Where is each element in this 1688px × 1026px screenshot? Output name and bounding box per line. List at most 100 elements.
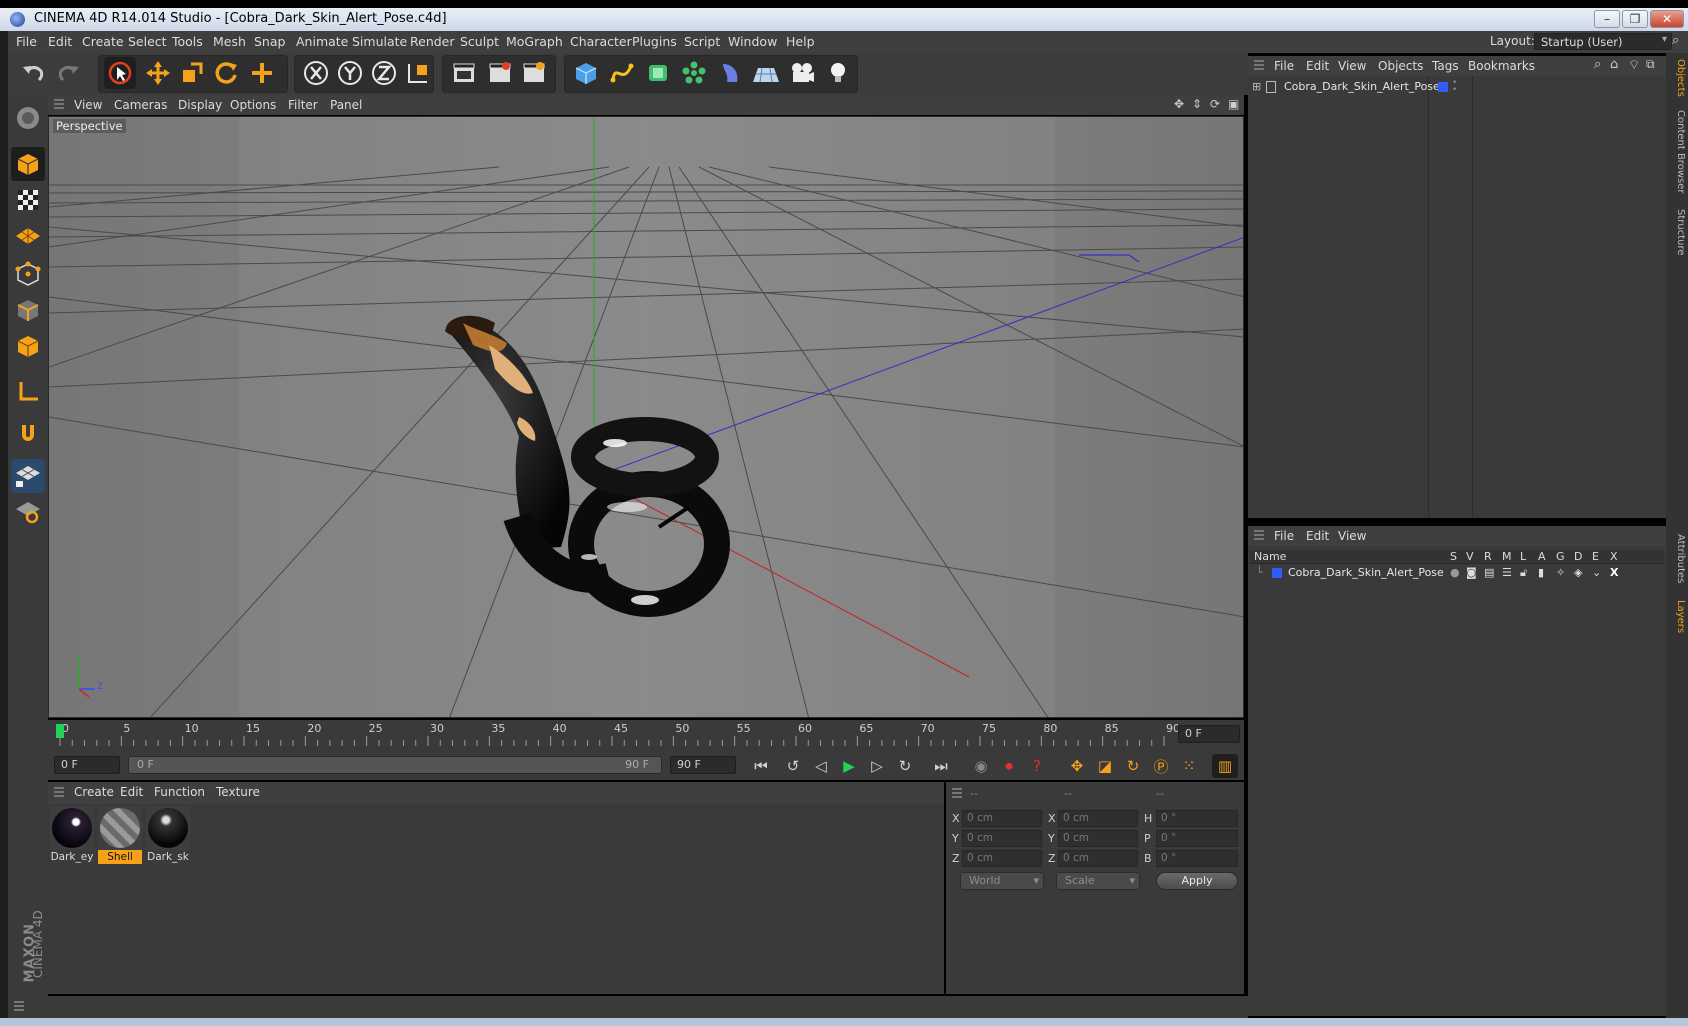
perspective-viewport[interactable]: Perspective Y Z: [48, 116, 1244, 718]
column-header-locked[interactable]: L: [1520, 550, 1526, 563]
go-to-end-icon[interactable]: ⏭: [928, 754, 954, 778]
timeline-ruler[interactable]: 0 5 10 15 20 25 30 35 40 45 50 55 60 65 70 75 80 85 90 0 F: [48, 720, 1244, 750]
menu-sculpt[interactable]: Sculpt: [460, 34, 499, 49]
spline-icon[interactable]: [606, 57, 638, 89]
array-icon[interactable]: [678, 57, 710, 89]
column-header-expressions[interactable]: E: [1592, 550, 1599, 563]
layer-menu-file[interactable]: File: [1274, 529, 1294, 543]
record-keys-icon[interactable]: ⏺: [996, 754, 1022, 778]
redo-icon[interactable]: [52, 57, 84, 89]
expand-icon[interactable]: ⊞: [1252, 80, 1261, 93]
column-header-name[interactable]: Name: [1254, 550, 1286, 563]
column-header-manager[interactable]: M: [1502, 550, 1512, 563]
column-header-deformers[interactable]: D: [1574, 550, 1582, 563]
grip-icon[interactable]: [1254, 60, 1264, 72]
x-axis-icon[interactable]: [300, 57, 332, 89]
nurbs-icon[interactable]: [642, 57, 674, 89]
current-frame-field[interactable]: 0 F: [1178, 725, 1240, 743]
make-editable-icon[interactable]: [11, 101, 45, 135]
polygons-mode-icon[interactable]: [11, 329, 45, 363]
key-position-icon[interactable]: ✥: [1064, 754, 1090, 778]
menu-window[interactable]: Window: [728, 34, 777, 49]
viewport-menu-cameras[interactable]: Cameras: [114, 98, 167, 112]
go-to-start-icon[interactable]: ⏮: [748, 754, 774, 778]
close-button[interactable]: ✕: [1650, 10, 1684, 28]
menu-plugins[interactable]: Plugins: [632, 34, 677, 49]
toggle-view-icon[interactable]: ▣: [1228, 97, 1239, 111]
edges-mode-icon[interactable]: [11, 293, 45, 327]
object-menu-edit[interactable]: Edit: [1306, 59, 1329, 73]
tab-content-browser[interactable]: Content Browser: [1668, 107, 1686, 197]
menu-help[interactable]: Help: [786, 34, 815, 49]
layer-color-swatch[interactable]: [1438, 82, 1448, 92]
rot-p-field[interactable]: 0 °: [1156, 830, 1238, 847]
search-icon[interactable]: ⌕: [1672, 33, 1679, 48]
solo-toggle-icon[interactable]: ●: [1450, 566, 1460, 579]
grip-icon[interactable]: [1254, 530, 1264, 542]
scene-floor-icon[interactable]: [750, 57, 782, 89]
material-menu-texture[interactable]: Texture: [216, 785, 260, 799]
minimize-button[interactable]: –: [1594, 10, 1620, 28]
menu-script[interactable]: Script: [684, 34, 720, 49]
pos-y-field[interactable]: 0 cm: [962, 830, 1042, 847]
viewport-menu-display[interactable]: Display: [178, 98, 222, 112]
render-picture-viewer-icon[interactable]: [484, 57, 516, 89]
y-axis-icon[interactable]: [334, 57, 366, 89]
pan-view-icon[interactable]: ✥: [1174, 97, 1184, 111]
material-swatch-selected[interactable]: Shell: [98, 806, 142, 864]
material-swatch[interactable]: Dark_ey: [50, 806, 94, 864]
previous-keyframe-icon[interactable]: ↺: [780, 754, 806, 778]
deformer-icon[interactable]: [714, 57, 746, 89]
motion-record-icon[interactable]: ◉: [968, 754, 994, 778]
axis-mode-icon[interactable]: [11, 375, 45, 409]
timeline-window-icon[interactable]: ▥: [1212, 754, 1238, 778]
texture-mode-icon[interactable]: [11, 183, 45, 217]
points-mode-icon[interactable]: [11, 257, 45, 291]
frame-range-slider[interactable]: 0 F 90 F: [128, 756, 662, 774]
home-icon[interactable]: ⌂: [1610, 57, 1618, 72]
viewport-menu-options[interactable]: Options: [230, 98, 276, 112]
cube-icon[interactable]: [570, 57, 602, 89]
object-menu-bookmarks[interactable]: Bookmarks: [1468, 59, 1535, 73]
model-mode-icon[interactable]: [11, 147, 45, 181]
layer-menu-view[interactable]: View: [1338, 529, 1366, 543]
locked-workplane-icon[interactable]: [11, 459, 45, 493]
rotate-view-icon[interactable]: ⟳: [1210, 97, 1220, 111]
object-menu-tags[interactable]: Tags: [1432, 59, 1459, 73]
material-swatch[interactable]: Dark_sk: [146, 806, 190, 864]
next-frame-icon[interactable]: ▷: [864, 754, 890, 778]
menu-animate[interactable]: Animate: [296, 34, 348, 49]
lock-toggle-icon[interactable]: 🔓︎: [1520, 566, 1527, 580]
generators-toggle-icon[interactable]: ✧: [1556, 566, 1565, 579]
animation-toggle-icon[interactable]: ▮: [1538, 566, 1544, 579]
key-scale-icon[interactable]: ◪: [1092, 754, 1118, 778]
play-icon[interactable]: ▶: [836, 754, 862, 778]
grip-icon[interactable]: [14, 1001, 24, 1013]
visibility-dots-icon[interactable]: • •: [1452, 79, 1457, 95]
pos-x-field[interactable]: 0 cm: [962, 810, 1042, 827]
snap-magnet-icon[interactable]: [11, 417, 45, 451]
size-y-field[interactable]: 0 cm: [1058, 830, 1138, 847]
new-window-icon[interactable]: ⧉: [1646, 57, 1655, 72]
viewport-menu-view[interactable]: View: [74, 98, 102, 112]
menu-render[interactable]: Render: [410, 34, 455, 49]
column-header-generators[interactable]: G: [1556, 550, 1565, 563]
layout-dropdown[interactable]: Startup (User) ▾: [1534, 33, 1672, 50]
key-point-level-icon[interactable]: ⁙: [1176, 754, 1202, 778]
search-icon[interactable]: ⌕: [1594, 57, 1601, 72]
pos-z-field[interactable]: 0 cm: [962, 850, 1042, 867]
layer-color-swatch[interactable]: [1272, 568, 1282, 578]
z-axis-icon[interactable]: [368, 57, 400, 89]
live-select-icon[interactable]: [104, 57, 136, 89]
undo-icon[interactable]: [18, 57, 50, 89]
edit-render-settings-icon[interactable]: [518, 57, 550, 89]
apply-button[interactable]: Apply: [1156, 872, 1238, 890]
render-toggle-icon[interactable]: ▤: [1484, 566, 1494, 579]
menu-edit[interactable]: Edit: [48, 34, 72, 49]
autokey-help-icon[interactable]: ?: [1024, 754, 1050, 778]
expressions-toggle-icon[interactable]: ⌄: [1592, 566, 1601, 579]
menu-character[interactable]: Character: [570, 34, 632, 49]
object-name[interactable]: Cobra_Dark_Skin_Alert_Pose: [1284, 80, 1440, 93]
menu-snap[interactable]: Snap: [254, 34, 285, 49]
xrefs-toggle-icon[interactable]: X: [1610, 566, 1618, 579]
